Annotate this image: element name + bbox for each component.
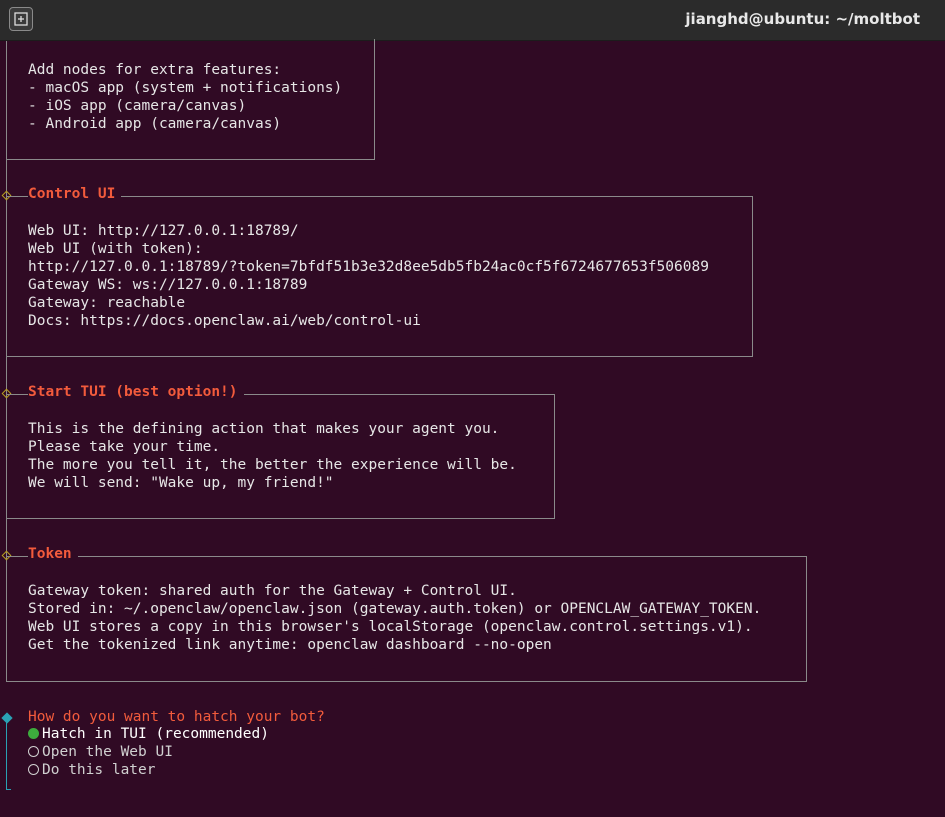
control-ui-title: Control UI: [28, 186, 122, 202]
option-hatch-tui[interactable]: Hatch in TUI (recommended): [28, 726, 269, 742]
new-tab-button[interactable]: [9, 7, 33, 31]
step-active-icon: [1, 712, 13, 724]
hatch-question: How do you want to hatch your bot?: [28, 709, 325, 725]
option-label: Open the Web UI: [42, 744, 173, 760]
radio-empty-icon: [28, 764, 39, 775]
start-tui-title: Start TUI (best option!): [28, 384, 244, 400]
rail-end-tick: [6, 789, 11, 790]
control-ui-line: Web UI: http://127.0.0.1:18789/: [28, 223, 299, 239]
start-tui-line: We will send: "Wake up, my friend!": [28, 475, 334, 491]
start-tui-line: Please take your time.: [28, 439, 221, 455]
start-tui-line: The more you tell it, the better the exp…: [28, 457, 517, 473]
option-open-web-ui[interactable]: Open the Web UI: [28, 744, 173, 760]
new-tab-icon: [14, 12, 28, 26]
title-bar: jianghd@ubuntu: ~/moltbot: [0, 0, 945, 41]
token-line: Gateway token: shared auth for the Gatew…: [28, 583, 517, 599]
nodes-line: - iOS app (camera/canvas): [28, 98, 247, 114]
token-line: Stored in: ~/.openclaw/openclaw.json (ga…: [28, 601, 762, 617]
radio-selected-icon: [28, 728, 39, 739]
token-line: Web UI stores a copy in this browser's l…: [28, 619, 753, 635]
option-label: Hatch in TUI (recommended): [42, 726, 269, 742]
control-ui-line: Docs: https://docs.openclaw.ai/web/contr…: [28, 313, 421, 329]
radio-empty-icon: [28, 746, 39, 757]
terminal-area[interactable]: Add nodes for extra features: - macOS ap…: [0, 39, 945, 817]
token-line: Get the tokenized link anytime: openclaw…: [28, 637, 552, 653]
control-ui-line: Web UI (with token):: [28, 241, 203, 257]
option-do-later[interactable]: Do this later: [28, 762, 156, 778]
control-ui-line: http://127.0.0.1:18789/?token=7bfdf51b3e…: [28, 259, 709, 275]
nodes-line: Add nodes for extra features:: [28, 62, 282, 78]
control-ui-line: Gateway: reachable: [28, 295, 186, 311]
window-title: jianghd@ubuntu: ~/moltbot: [685, 10, 920, 28]
rail-line-active: [6, 721, 7, 789]
nodes-line: - Android app (camera/canvas): [28, 116, 282, 132]
option-label: Do this later: [42, 762, 156, 778]
control-ui-line: Gateway WS: ws://127.0.0.1:18789: [28, 277, 308, 293]
token-title: Token: [28, 546, 78, 562]
start-tui-line: This is the defining action that makes y…: [28, 421, 500, 437]
nodes-line: - macOS app (system + notifications): [28, 80, 343, 96]
